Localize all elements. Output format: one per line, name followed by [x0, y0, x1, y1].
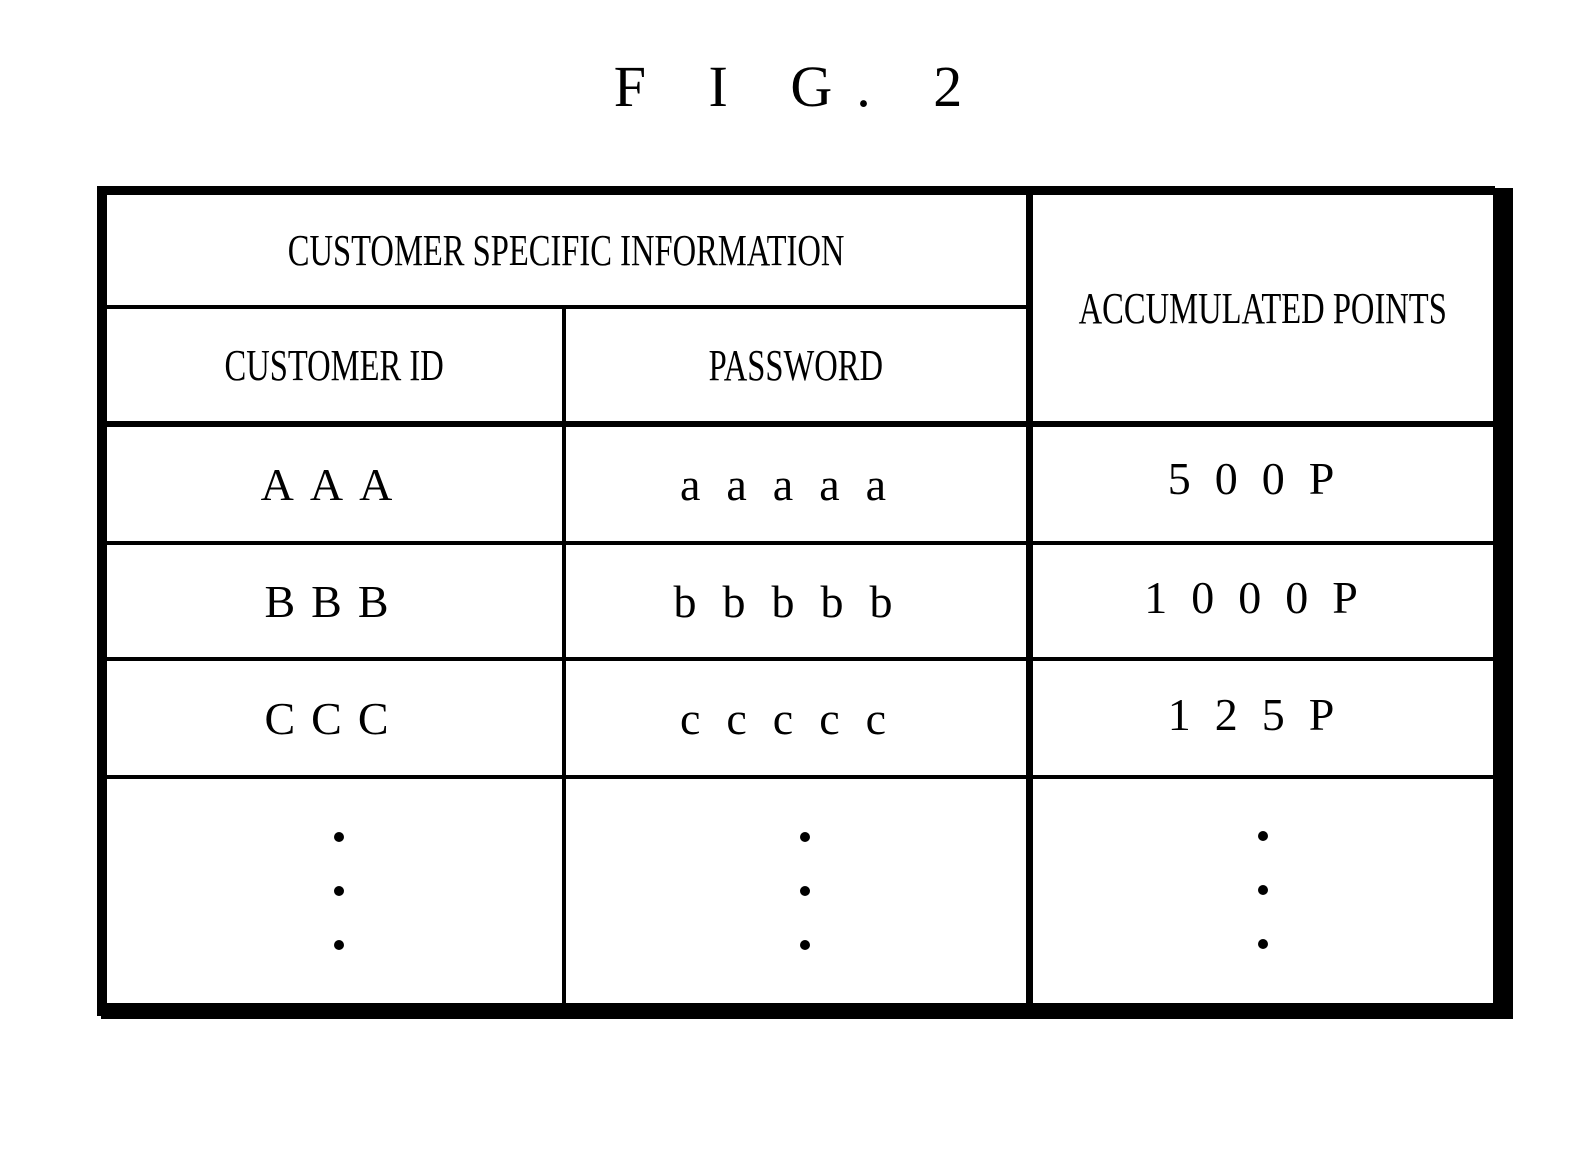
column-header-accumulated-points-label: ACCUMULATED POINTS	[1078, 283, 1448, 333]
customer-id-value: BBB	[264, 575, 405, 627]
ellipsis-dot	[800, 886, 810, 896]
table-border-bottom	[101, 1003, 1513, 1019]
ellipsis-dot	[800, 832, 810, 842]
customer-id-value: AAA	[260, 458, 409, 510]
points-value: 125P	[1167, 688, 1359, 740]
group-header-cell: CUSTOMER SPECIFIC INFORMATION	[107, 195, 1026, 305]
password-value: ccccc	[679, 692, 913, 744]
column-header-password-label: PASSWORD	[708, 340, 884, 390]
points-value: 1000P	[1144, 571, 1382, 623]
ellipsis-dot	[334, 832, 344, 842]
ellipsis-dot	[334, 886, 344, 896]
table-row-2-points: 1000P	[1033, 541, 1493, 653]
ellipsis-dot	[1258, 831, 1268, 841]
group-header-label: CUSTOMER SPECIFIC INFORMATION	[288, 225, 845, 275]
ellipsis-dot	[800, 940, 810, 950]
ellipsis-dot	[1258, 939, 1268, 949]
table-border-top	[97, 186, 1495, 195]
password-value: bbbbb	[673, 575, 919, 627]
customer-id-value: CCC	[264, 692, 405, 744]
ellipsis-dot	[334, 940, 344, 950]
column-header-accumulated-points: ACCUMULATED POINTS	[1033, 195, 1493, 421]
table-border-right	[1493, 188, 1513, 1018]
customer-points-table: CUSTOMER SPECIFIC INFORMATION CUSTOMER I…	[97, 186, 1513, 1019]
table-row-1-customer-id: AAA	[107, 427, 562, 541]
table-row-3-points: 125P	[1033, 657, 1493, 771]
divider-row-3	[105, 775, 1497, 779]
table-row-1-points: 500P	[1033, 421, 1493, 535]
table-row-1-password: aaaaa	[566, 427, 1026, 541]
ellipsis-dot	[1258, 885, 1268, 895]
table-row-3-customer-id: CCC	[107, 661, 562, 775]
table-row-2-customer-id: BBB	[107, 545, 562, 657]
divider-col-2	[1026, 186, 1033, 1006]
column-header-password: PASSWORD	[566, 309, 1026, 421]
column-header-customer-id: CUSTOMER ID	[107, 309, 562, 421]
table-row-3-password: ccccc	[566, 661, 1026, 775]
table-border-left	[97, 186, 107, 1016]
table-row-2-password: bbbbb	[566, 545, 1026, 657]
column-header-customer-id-label: CUSTOMER ID	[224, 340, 445, 390]
password-value: aaaaa	[679, 458, 913, 510]
continuation-ellipsis-password	[800, 832, 810, 950]
points-value: 500P	[1167, 452, 1359, 504]
continuation-ellipsis-points	[1258, 831, 1268, 949]
figure-title: F I G. 2	[613, 54, 987, 119]
continuation-ellipsis-customer-id	[334, 832, 344, 950]
